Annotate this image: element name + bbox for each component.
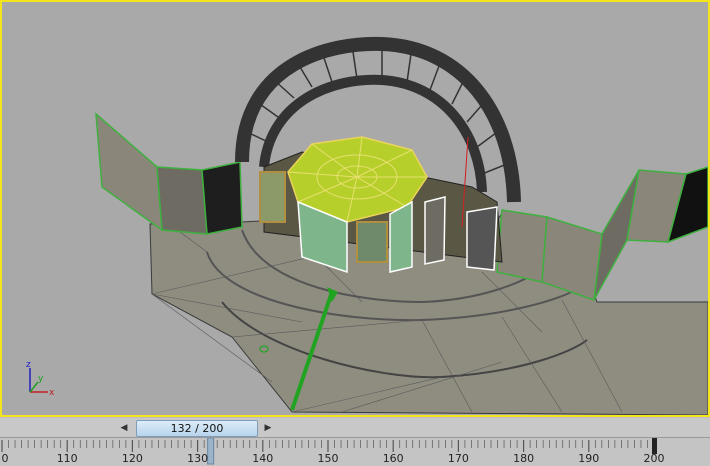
arrow-left-icon: ◀ (120, 423, 128, 433)
glass-door-4 (466, 206, 498, 271)
tick-label: 190 (578, 452, 600, 465)
window-pane-2 (356, 221, 388, 263)
3d-viewport[interactable]: z x y (0, 0, 710, 417)
timeline-ruler[interactable]: 0 110 120 130 140 150 160 170 180 190 200 (0, 437, 710, 466)
tick-label: 120 (121, 452, 143, 465)
tick-label: 110 (56, 452, 78, 465)
prev-frame-button[interactable]: ◀ (116, 421, 132, 435)
arrow-right-icon: ▶ (264, 423, 272, 433)
next-frame-button[interactable]: ▶ (260, 421, 276, 435)
tick-label: 150 (317, 452, 339, 465)
time-slider-thumb[interactable]: 132 / 200 (136, 420, 258, 437)
left-wall-panel-3 (201, 161, 243, 235)
tick-label: 180 (513, 452, 535, 465)
tick-label: 170 (447, 452, 469, 465)
tick-label: 140 (252, 452, 274, 465)
left-wall-panel-2 (156, 166, 208, 235)
axis-tripod-icon: z x y (26, 360, 55, 398)
time-slider-bar (0, 417, 710, 438)
tick-label: 200 (643, 452, 665, 465)
right-wall-panel (496, 209, 548, 283)
scene-render (95, 36, 708, 415)
current-frame-marker[interactable] (207, 438, 215, 465)
tick-label: 0 (1, 452, 9, 465)
tick-label: 130 (187, 452, 209, 465)
axis-label-x: x (49, 388, 55, 398)
glass-door-2 (389, 200, 413, 273)
glass-door-3 (424, 196, 446, 265)
ruler-ticks (1, 438, 657, 465)
axis-label-z: z (26, 360, 31, 370)
tick-label: 160 (382, 452, 404, 465)
window-pane (259, 171, 286, 223)
left-wall-panel (95, 112, 163, 232)
axis-label-y: y (38, 374, 44, 384)
